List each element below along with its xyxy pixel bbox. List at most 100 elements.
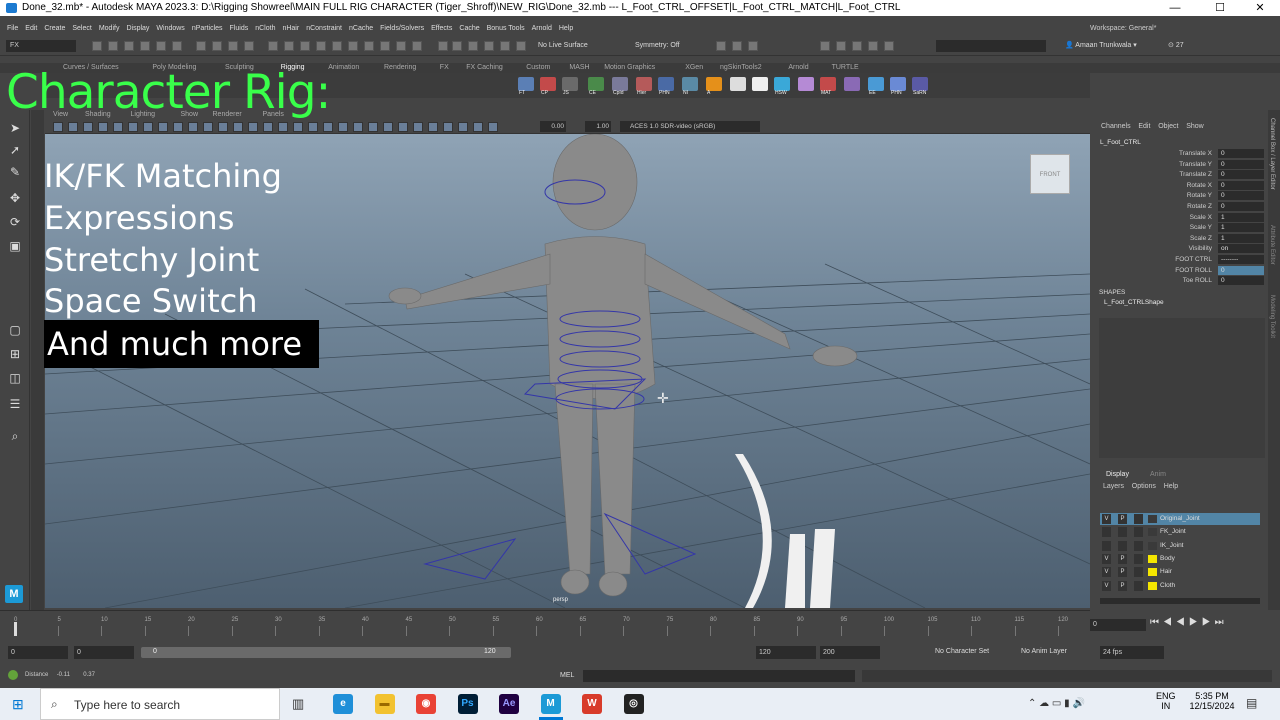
fileexplorer-app-icon[interactable]: ▬ <box>374 694 395 714</box>
channel-value[interactable]: 0 <box>1218 170 1264 180</box>
select-tool-icon[interactable]: ➤ <box>7 120 23 136</box>
shelf-button-icon[interactable] <box>682 77 698 91</box>
status-tool-icon[interactable] <box>332 41 342 51</box>
channel-row[interactable]: FOOT CTRL -------- <box>1096 255 1268 265</box>
status-tool-icon[interactable] <box>732 41 742 51</box>
status-tool-icon[interactable] <box>124 41 134 51</box>
status-tool-icon[interactable] <box>852 41 862 51</box>
menu-arnold[interactable]: Arnold <box>532 25 552 32</box>
viewport-tool-icon[interactable] <box>383 122 393 132</box>
close-button[interactable]: ✕ <box>1245 0 1275 16</box>
script-language-label[interactable]: MEL <box>560 672 574 679</box>
shelf-tab-motiongraphics[interactable]: Motion Graphics <box>604 63 655 73</box>
view-cube[interactable]: FRONT <box>1030 154 1070 194</box>
viewport-tool-icon[interactable] <box>488 122 498 132</box>
shelf-button-icon[interactable] <box>730 77 746 91</box>
layer-visibility-toggle[interactable]: V <box>1102 514 1111 524</box>
shelf-tab-custom[interactable]: Custom <box>526 63 550 73</box>
status-tool-icon[interactable] <box>396 41 406 51</box>
shelf-tab-fxcaching[interactable]: FX Caching <box>466 63 503 73</box>
outliner-side-tab[interactable] <box>31 110 44 610</box>
options-menu[interactable]: Options <box>1132 483 1156 490</box>
shelf-button-icon[interactable] <box>706 77 722 91</box>
layer-visibility-toggle[interactable]: V <box>1102 567 1111 578</box>
shelf-tab-ngskintools2[interactable]: ngSkinTools2 <box>720 63 762 73</box>
anim-end-field[interactable]: 200 <box>820 646 880 659</box>
viewport-tool-icon[interactable] <box>323 122 333 132</box>
status-tool-icon[interactable] <box>244 41 254 51</box>
viewport-tool-icon[interactable] <box>413 122 423 132</box>
menu-cache[interactable]: Cache <box>459 25 479 32</box>
status-tool-icon[interactable] <box>438 41 448 51</box>
shelf-button-icon[interactable] <box>890 77 906 91</box>
viewport-tool-icon[interactable] <box>158 122 168 132</box>
character-set-menu[interactable]: No Character Set <box>935 648 989 655</box>
viewport-tool-icon[interactable] <box>143 122 153 132</box>
tab-attribute-editor[interactable]: Attribute Editor <box>1269 225 1275 265</box>
shelf-button-icon[interactable] <box>540 77 556 91</box>
status-tool-icon[interactable] <box>140 41 150 51</box>
viewport-tool-icon[interactable] <box>263 122 273 132</box>
viewport-tool-icon[interactable] <box>353 122 363 132</box>
menu-nhair[interactable]: nHair <box>282 25 299 32</box>
status-tool-icon[interactable] <box>868 41 878 51</box>
viewport-tool-icon[interactable] <box>128 122 138 132</box>
anim-start-field[interactable]: 0 <box>74 646 134 659</box>
exposure-field[interactable]: 0.00 <box>540 121 566 132</box>
range-slider[interactable]: 0 120 <box>141 647 511 658</box>
viewport-tool-icon[interactable] <box>98 122 108 132</box>
edit-menu[interactable]: Edit <box>1138 123 1150 130</box>
command-input[interactable] <box>583 670 855 682</box>
single-view-icon[interactable]: ▢ <box>7 322 23 338</box>
status-tool-icon[interactable] <box>108 41 118 51</box>
status-tool-icon[interactable] <box>212 41 222 51</box>
viewport-tool-icon[interactable] <box>368 122 378 132</box>
clock[interactable]: 5:35 PM 12/15/2024 <box>1186 691 1238 711</box>
current-frame-field[interactable]: 0 <box>1090 619 1146 631</box>
channel-value[interactable]: on <box>1218 244 1264 254</box>
shelf-button-icon[interactable] <box>798 77 814 91</box>
viewport-tool-icon[interactable] <box>308 122 318 132</box>
layer-playback-toggle[interactable] <box>1118 527 1127 538</box>
menu-modify[interactable]: Modify <box>99 25 120 32</box>
layer-type-toggle[interactable] <box>1134 567 1143 578</box>
layer-row[interactable]: IK_Joint <box>1100 540 1260 552</box>
notification-center-icon[interactable]: ▤ <box>1246 696 1257 710</box>
symmetry-dropdown[interactable]: Symmetry: Off <box>635 40 680 52</box>
shelf-tab-animation[interactable]: Animation <box>328 63 359 73</box>
layer-playback-toggle[interactable] <box>1118 540 1127 551</box>
layer-color-swatch[interactable] <box>1148 528 1157 537</box>
lasso-tool-icon[interactable]: ➚ <box>7 142 23 158</box>
show-menu[interactable]: Show <box>1186 123 1204 130</box>
windows-start-icon[interactable]: ⊞ <box>12 696 24 713</box>
layer-visibility-toggle[interactable] <box>1102 540 1111 551</box>
viewport-tool-icon[interactable] <box>458 122 468 132</box>
layer-visibility-toggle[interactable] <box>1102 527 1111 538</box>
channel-row[interactable]: Rotate X 0 <box>1096 180 1268 191</box>
channel-value[interactable]: 0 <box>1218 180 1264 190</box>
two-view-icon[interactable]: ◫ <box>7 370 23 386</box>
status-tool-icon[interactable] <box>380 41 390 51</box>
fps-dropdown[interactable]: 24 fps <box>1100 646 1164 659</box>
channel-row[interactable]: Toe ROLL 0 <box>1096 276 1268 286</box>
menu-effects[interactable]: Effects <box>431 25 452 32</box>
shelf-tab-rendering[interactable]: Rendering <box>384 63 416 73</box>
viewport-tool-icon[interactable] <box>68 122 78 132</box>
status-tool-icon[interactable] <box>172 41 182 51</box>
channel-row[interactable]: Scale Y 1 <box>1096 223 1268 233</box>
layer-playback-toggle[interactable]: P <box>1118 567 1127 578</box>
playback-controls[interactable]: ⏮◀◀▶▶⏭ <box>1150 617 1228 628</box>
tab-anim[interactable]: Anim <box>1150 471 1166 478</box>
ps-app-icon[interactable]: Ps <box>457 694 478 714</box>
status-tool-icon[interactable] <box>196 41 206 51</box>
layers-menu[interactable]: Layers <box>1103 483 1124 490</box>
channel-row[interactable]: Scale X 1 <box>1096 212 1268 223</box>
channels-menu[interactable]: Channels <box>1101 123 1131 130</box>
menu-create[interactable]: Create <box>44 25 65 32</box>
menu-ncloth[interactable]: nCloth <box>255 25 275 32</box>
shelf-button-icon[interactable] <box>588 77 604 91</box>
range-end-field[interactable]: 120 <box>756 646 816 659</box>
input-box-field[interactable] <box>936 40 1046 52</box>
w-app-icon[interactable]: W <box>582 694 602 714</box>
layer-row[interactable]: V P Original_Joint <box>1100 513 1260 525</box>
